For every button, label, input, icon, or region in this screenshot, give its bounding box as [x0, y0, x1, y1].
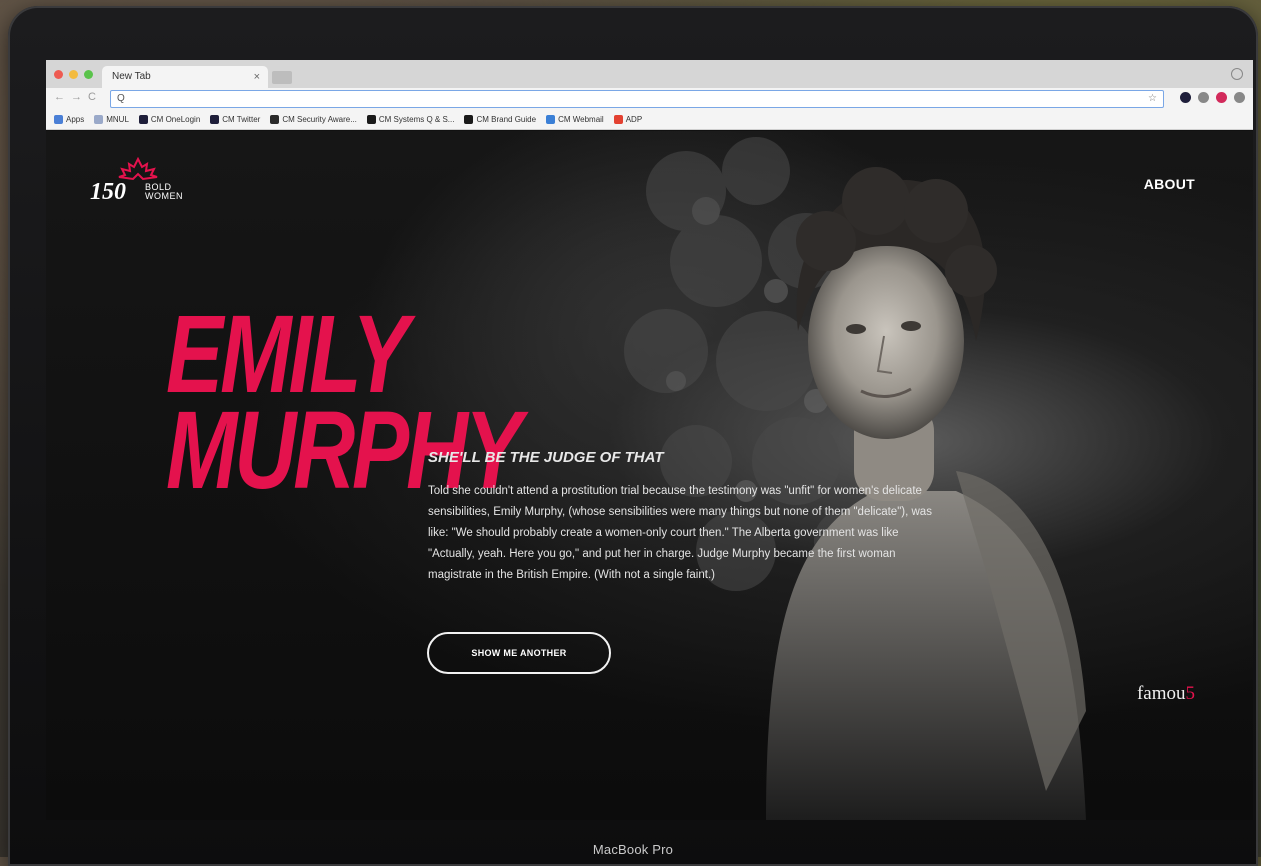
- reload-icon[interactable]: C: [88, 91, 96, 103]
- bookmark-item[interactable]: Apps: [54, 115, 84, 124]
- partner-logo-number: 5: [1185, 683, 1196, 704]
- laptop-bezel: New Tab × ← → C Q ☆ Apps MNUL CM OneLogin C…: [8, 6, 1258, 866]
- tab-title: New Tab: [112, 71, 151, 82]
- close-window-button[interactable]: [54, 70, 63, 79]
- bookmark-label: CM Brand Guide: [476, 115, 537, 124]
- bookmark-item[interactable]: CM OneLogin: [138, 115, 201, 124]
- bookmark-label: CM OneLogin: [150, 115, 201, 124]
- bookmark-star-icon[interactable]: ☆: [1148, 91, 1157, 107]
- window-controls: [54, 70, 93, 79]
- bookmark-favicon-icon: [546, 115, 556, 124]
- story-tagline: SHE'LL BE THE JUDGE OF THAT: [428, 449, 664, 466]
- bookmark-favicon-icon: [138, 115, 148, 124]
- web-page: 150 BOLD WOMEN ABOUT EMILY MURPHY SHE'LL…: [46, 131, 1253, 820]
- laptop-screen: New Tab × ← → C Q ☆ Apps MNUL CM OneLogin C…: [46, 60, 1253, 820]
- partner-logo-text: famou: [1136, 683, 1186, 704]
- bookmark-favicon-icon: [94, 115, 104, 124]
- bookmark-favicon-icon: [270, 115, 280, 124]
- tab-close-icon[interactable]: ×: [254, 66, 260, 88]
- bookmark-favicon-icon: [613, 115, 623, 124]
- bookmarks-bar: Apps MNUL CM OneLogin CM Twitter CM Security…: [46, 110, 1253, 130]
- bookmark-favicon-icon: [464, 115, 474, 124]
- bookmark-label: CM Systems Q & S...: [378, 115, 455, 124]
- new-tab-button[interactable]: [272, 71, 292, 84]
- bookmark-item[interactable]: CM Systems Q & S...: [366, 115, 455, 124]
- bookmark-label: CM Security Aware...: [282, 115, 357, 124]
- search-icon: Q: [117, 93, 125, 104]
- featured-name-heading: EMILY MURPHY: [166, 300, 522, 506]
- extension-icon[interactable]: [1180, 92, 1191, 103]
- bookmark-label: CM Webmail: [558, 115, 604, 124]
- bookmark-item[interactable]: CM Webmail: [546, 115, 604, 124]
- logo-number: 150: [90, 179, 126, 205]
- browser-tab-bar: New Tab ×: [46, 60, 1253, 88]
- about-link[interactable]: ABOUT: [1144, 176, 1195, 192]
- maximize-window-button[interactable]: [84, 70, 93, 79]
- story-paragraph: Told she couldn't attend a prostitution …: [428, 485, 932, 581]
- bookmark-label: CM Twitter: [222, 115, 261, 124]
- minimize-window-button[interactable]: [69, 70, 78, 79]
- profile-icon[interactable]: [1231, 68, 1243, 80]
- bookmark-label: ADP: [625, 115, 643, 124]
- bookmark-item[interactable]: CM Brand Guide: [464, 115, 536, 124]
- address-bar[interactable]: Q ☆: [110, 90, 1164, 108]
- bookmark-item[interactable]: ADP: [613, 115, 643, 124]
- bookmark-item[interactable]: CM Security Aware...: [270, 115, 357, 124]
- browser-tab[interactable]: New Tab ×: [102, 66, 268, 88]
- bookmark-label: Apps: [66, 115, 85, 124]
- bookmark-item[interactable]: MNUL: [94, 115, 129, 124]
- bookmark-favicon-icon: [210, 115, 220, 124]
- show-me-another-button[interactable]: SHOW ME ANOTHER: [427, 632, 611, 674]
- extensions-area: [1180, 92, 1245, 103]
- site-logo[interactable]: 150 BOLD WOMEN: [90, 157, 190, 217]
- partner-logo[interactable]: famou5: [1137, 683, 1195, 705]
- bookmark-favicon-icon: [366, 115, 376, 124]
- bookmark-label: MNUL: [106, 115, 129, 124]
- back-icon[interactable]: ←: [54, 91, 65, 103]
- device-label: MacBook Pro: [592, 842, 674, 857]
- extension-icon[interactable]: [1198, 92, 1209, 103]
- nav-buttons: ← → C: [54, 91, 96, 103]
- browser-toolbar: ← → C Q ☆: [46, 88, 1253, 110]
- extension-icon[interactable]: [1234, 92, 1245, 103]
- bookmark-item[interactable]: CM Twitter: [210, 115, 260, 124]
- bookmark-favicon-icon: [54, 115, 63, 124]
- logo-text: BOLD WOMEN: [145, 183, 183, 201]
- extension-icon[interactable]: [1216, 92, 1227, 103]
- logo-line-2: WOMEN: [145, 191, 183, 201]
- forward-icon[interactable]: →: [71, 91, 82, 103]
